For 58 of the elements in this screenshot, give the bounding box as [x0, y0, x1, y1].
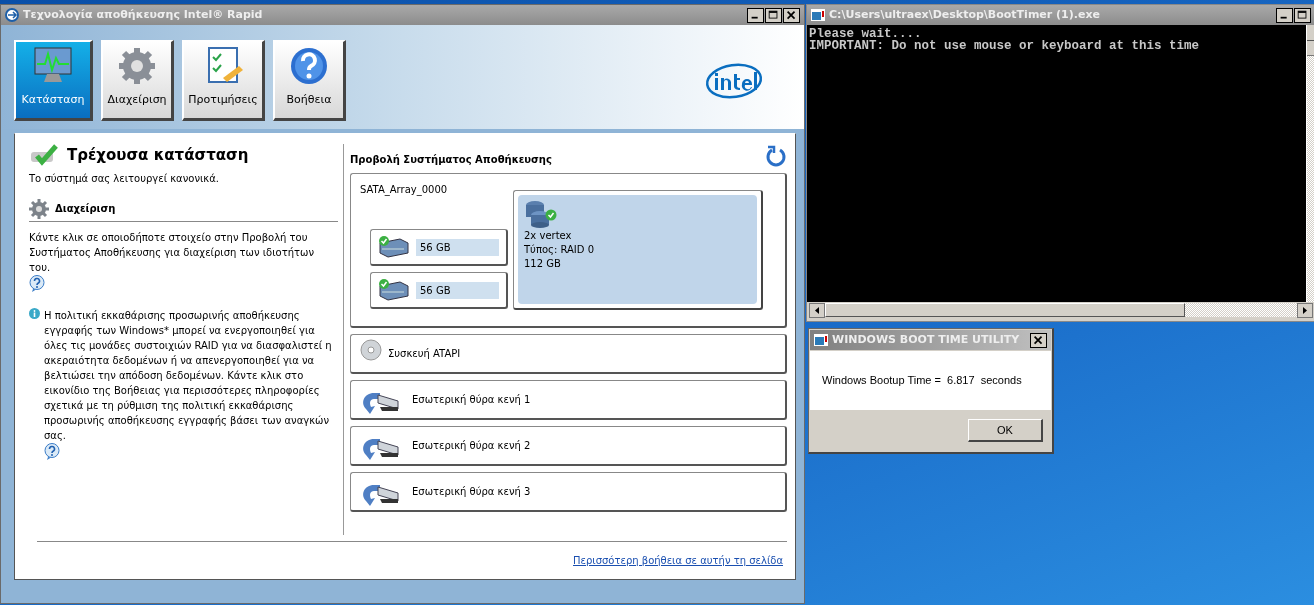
disk-size: 56 GB [416, 281, 499, 299]
database-icon [524, 199, 558, 229]
console-line: IMPORTANT: Do not use mouse or keyboard at this time [809, 40, 1201, 52]
toolbar-button[interactable]: Διαχείριση [101, 39, 174, 121]
status-text: Το σύστημά σας λειτουργεί κανονικά. [29, 171, 221, 186]
scroll-thumb[interactable] [825, 303, 1185, 317]
volume-size: 112 GB [524, 257, 562, 271]
volume-card[interactable]: 2x vertex Τύπος: RAID 0 112 GB [513, 190, 763, 310]
help-icon[interactable] [44, 442, 60, 460]
close-icon[interactable] [1030, 332, 1047, 348]
toolbar-button[interactable]: Βοήθεια [273, 39, 346, 121]
device-label: Εσωτερική θύρα κενή 2 [412, 439, 531, 453]
window-title: Τεχνολογία αποθήκευσης Intel® Rapid [23, 6, 263, 23]
refresh-icon[interactable] [765, 144, 787, 167]
minimize-icon[interactable] [747, 7, 764, 23]
toolbar-button[interactable]: Κατάσταση [14, 39, 93, 121]
gear-icon [29, 197, 49, 220]
device-label: Συσκευή ATAPI [388, 347, 461, 361]
disk-card[interactable]: 56 GB [370, 229, 508, 266]
section-heading: Διαχείριση [55, 202, 116, 216]
disk-card[interactable]: 56 GB [370, 272, 508, 309]
volume-name: 2x vertex [524, 229, 573, 243]
app-icon [814, 334, 828, 346]
raid-type: Τύπος: RAID 0 [524, 243, 596, 257]
close-icon[interactable] [783, 7, 800, 23]
intel-logo [705, 60, 763, 100]
dialog-message: Windows Bootup Time = 6.817 seconds [810, 351, 1051, 410]
info-text: Η πολιτική εκκαθάρισης προσωρινής αποθήκευσης εγγραφής των Windows* μπορεί να ενεργοποιηθεί για όλες τις μονάδες συστοιχιών RAID για να διασφαλιστεί η ακεραιότητα δεδομένων ή να απενεργοποιηθεί για να βελτιώσει την απόδοση δεδομένων. Κάντε κλικ στο εικονίδιο της Βοήθειας για περισσότερες πληροφορίες σχετικά με τη ρύθμιση της πολιτική εκκαθάρισης προσωρινής αποθήκευσης εγγραφής βάσει των αναγκών σας. [44, 308, 333, 443]
device-row[interactable]: Συσκευή ATAPI [350, 334, 787, 374]
horizontal-scrollbar[interactable] [807, 302, 1314, 318]
device-label: Εσωτερική θύρα κενή 3 [412, 485, 531, 499]
array-card[interactable]: SATA_Array_0000 56 GB 56 GB 2x vertex Τύπος: RAID 0 112 GB [350, 173, 787, 328]
device-row[interactable]: Εσωτερική θύρα κενή 1 [350, 380, 787, 420]
device-row[interactable]: Εσωτερική θύρα κενή 3 [350, 472, 787, 512]
info-icon [29, 307, 40, 319]
app-icon [5, 8, 19, 22]
help-link[interactable]: Περισσότερη βοήθεια σε αυτήν τη σελίδα [573, 553, 783, 568]
vertical-scrollbar[interactable] [1306, 25, 1314, 302]
maximize-icon[interactable] [1294, 7, 1311, 23]
help-icon[interactable] [29, 274, 45, 292]
instruction-text: Κάντε κλικ σε οποιοδήποτε στοιχείο στην Προβολή του Συστήματος Αποθήκευσης για διαχείριση των ιδιοτήτων του. [29, 230, 315, 275]
dialog-title: WINDOWS BOOT TIME UTILITY [832, 331, 1020, 348]
status-heading: Τρέχουσα κατάσταση [67, 145, 249, 166]
ok-button[interactable]: OK [968, 419, 1043, 442]
maximize-icon[interactable] [765, 7, 782, 23]
scroll-right-icon[interactable] [1297, 302, 1313, 318]
minimize-icon[interactable] [1276, 7, 1293, 23]
array-name: SATA_Array_0000 [360, 183, 449, 197]
device-row[interactable]: Εσωτερική θύρα κενή 2 [350, 426, 787, 466]
scroll-left-icon[interactable] [809, 302, 825, 318]
window-title: C:\Users\ultraex\Desktop\BootTimer (1).exe [829, 6, 1100, 23]
checkmark-icon [29, 144, 59, 167]
section-heading: Προβολή Συστήματος Αποθήκευσης [350, 153, 552, 167]
console-icon [811, 9, 825, 21]
toolbar-button[interactable]: Προτιμήσεις [182, 39, 265, 121]
device-label: Εσωτερική θύρα κενή 1 [412, 393, 531, 407]
console-line: Please wait.... [809, 28, 922, 40]
disk-size: 56 GB [416, 238, 499, 256]
